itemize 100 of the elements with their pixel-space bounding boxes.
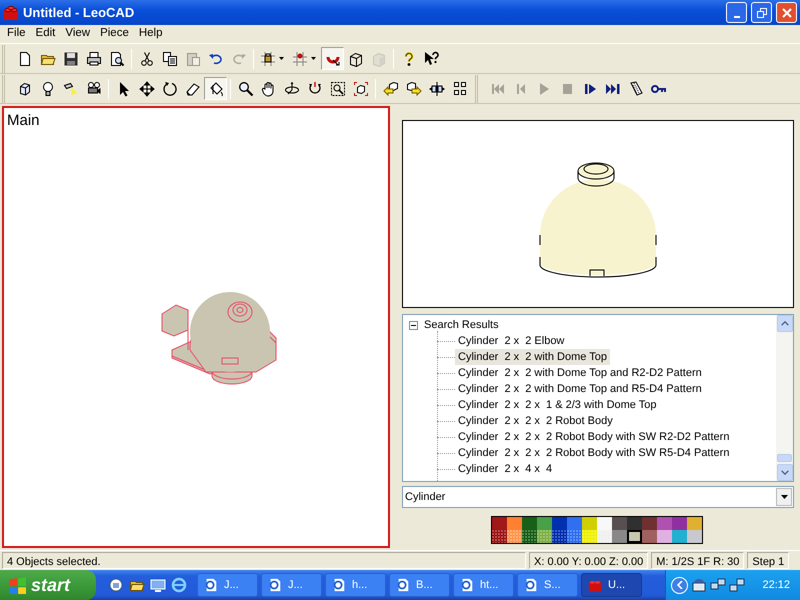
grid-point-icon [292,50,308,66]
task-button[interactable]: J... [261,573,322,597]
maximize-button[interactable] [751,2,772,23]
roll-icon [306,80,322,96]
color-swatch[interactable] [567,517,582,530]
film-strip-icon [628,80,644,96]
task-button[interactable]: J... [197,573,258,597]
category-dropdown[interactable]: Cylinder [402,486,794,508]
menu-item[interactable]: Edit [30,25,60,43]
color-swatch[interactable] [492,517,507,530]
color-swatch[interactable] [627,530,642,543]
minimize-icon [734,16,740,18]
eraser-icon [184,80,200,96]
maximize-icon [756,6,768,18]
brick-icon [588,578,602,592]
task-button[interactable]: ht... [453,573,514,597]
status-text: M: 1/2S 1F R: 30 [651,552,744,569]
color-swatch[interactable] [507,517,522,530]
color-swatch[interactable] [522,530,537,543]
show-hidden-icons-button[interactable] [671,576,688,594]
color-swatch[interactable] [672,517,687,530]
caret-icon [780,495,788,499]
color-swatch[interactable] [582,517,597,530]
color-swatch[interactable] [657,517,672,530]
color-swatch[interactable] [672,530,687,543]
task-button[interactable]: B... [389,573,450,597]
cube-arrow-left-icon [382,80,398,96]
printer-icon [86,50,102,66]
tree-item[interactable]: Cylinder 2 x 2 x 1 & 2/3 with Dome Top [455,396,660,414]
scroll-up-button[interactable] [776,315,792,332]
color-swatch[interactable] [582,530,597,543]
orbit-icon [284,80,300,96]
page-icon [396,578,410,592]
start-button[interactable]: start [0,570,96,600]
chevron-left-icon [676,581,683,589]
tree-item[interactable]: Cylinder 2 x 2 x 2 Robot Body [455,412,616,430]
color-swatch[interactable] [657,530,672,543]
solid-cube-icon [370,50,386,66]
caret-icon [311,57,316,60]
color-swatch[interactable] [687,517,702,530]
main-viewport[interactable]: Main [2,106,390,548]
tree-item[interactable]: Cylinder 2 x 2 Elbow [455,332,568,350]
color-swatch[interactable] [507,530,522,543]
color-swatch[interactable] [612,530,627,543]
color-swatch[interactable] [687,530,702,543]
menu-item[interactable]: View [60,25,96,43]
color-swatch[interactable] [552,530,567,543]
task-button[interactable]: S... [517,573,578,597]
stacked-cubes-icon [452,80,468,96]
task-button[interactable]: h... [325,573,386,597]
windows-logo-icon [8,576,26,594]
tree-item[interactable]: Cylinder 2 x 2 x 2 Robot Body with SW R2-D2 Pattern [455,428,732,446]
magnet-button[interactable] [321,47,344,70]
tree-item[interactable]: Cylinder 2 x 2 with Dome Top and R5-D4 Pattern [455,380,705,398]
minimize-button[interactable] [726,2,747,23]
phone-icon [691,577,708,593]
color-swatch[interactable] [627,517,642,530]
chevron-up-icon [780,321,788,326]
tree-item[interactable]: Cylinder 2 x 2 with Dome Top [455,348,610,366]
browser-icon [171,577,187,593]
zoom-icon [238,80,254,96]
scroll-down-button[interactable] [776,464,792,481]
color-swatch[interactable] [642,530,657,543]
task-button[interactable]: U... [581,573,642,597]
color-swatch[interactable] [522,517,537,530]
color-swatch[interactable] [537,517,552,530]
split-arrows-icon [428,80,444,96]
color-swatch[interactable] [552,517,567,530]
color-swatch[interactable] [567,530,582,543]
page-icon [460,578,474,592]
color-swatch[interactable] [597,530,612,543]
network-icon [729,577,746,593]
tree-item[interactable]: Search Results [421,316,502,334]
menu-item[interactable]: Piece [95,25,134,43]
paint-bucket-button[interactable] [204,77,227,100]
tree-item[interactable]: Cylinder 2 x 4 x 4 [455,460,556,478]
color-swatch[interactable] [612,517,627,530]
color-swatch[interactable] [642,517,657,530]
pages-icon [162,50,178,66]
tree-item[interactable]: Cylinder 2 x 2 x 2 Robot Body with SW R5-D4 Pattern [455,444,732,462]
color-swatch[interactable] [537,530,552,543]
page-icon [332,578,346,592]
scroll-thumb[interactable] [777,454,792,462]
page-icon [268,578,282,592]
clipboard-icon [184,50,200,66]
spotlight-icon [62,80,78,96]
camera-icon [86,80,102,96]
color-swatch[interactable] [492,530,507,543]
clock: 22:12 [762,578,790,593]
hand-icon [260,80,276,96]
close-button[interactable] [776,2,797,23]
menu-item[interactable]: File [2,25,31,43]
menu-item[interactable]: Help [134,25,168,43]
chevron-down-icon [780,470,788,475]
scissors-icon [138,50,154,66]
floppy-icon [62,50,78,66]
tree-item[interactable]: Cylinder 2 x 2 with Dome Top and R2-D2 Pattern [455,364,705,382]
status-text: 4 Objects selected. [2,552,526,569]
color-swatch[interactable] [597,517,612,530]
paint-bucket-icon [208,80,224,96]
